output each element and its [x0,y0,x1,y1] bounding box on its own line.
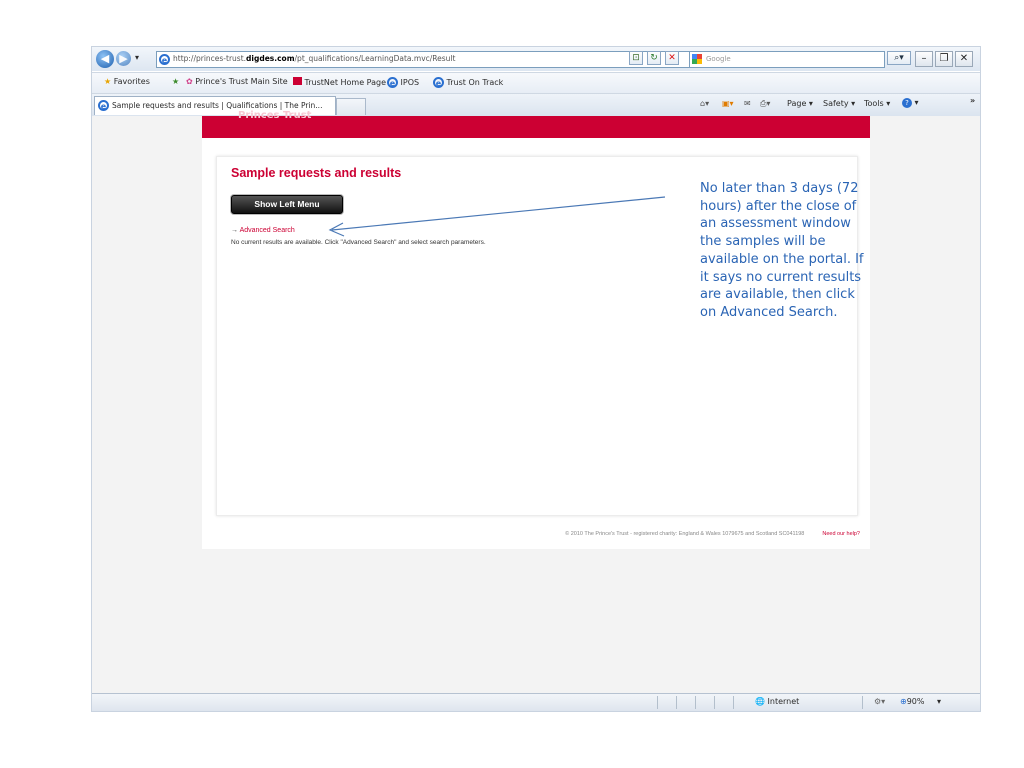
arrow-line [331,196,666,231]
annotation-arrow [328,196,666,237]
annotation-note: No later than 3 days (72 hours) after th… [700,181,864,320]
